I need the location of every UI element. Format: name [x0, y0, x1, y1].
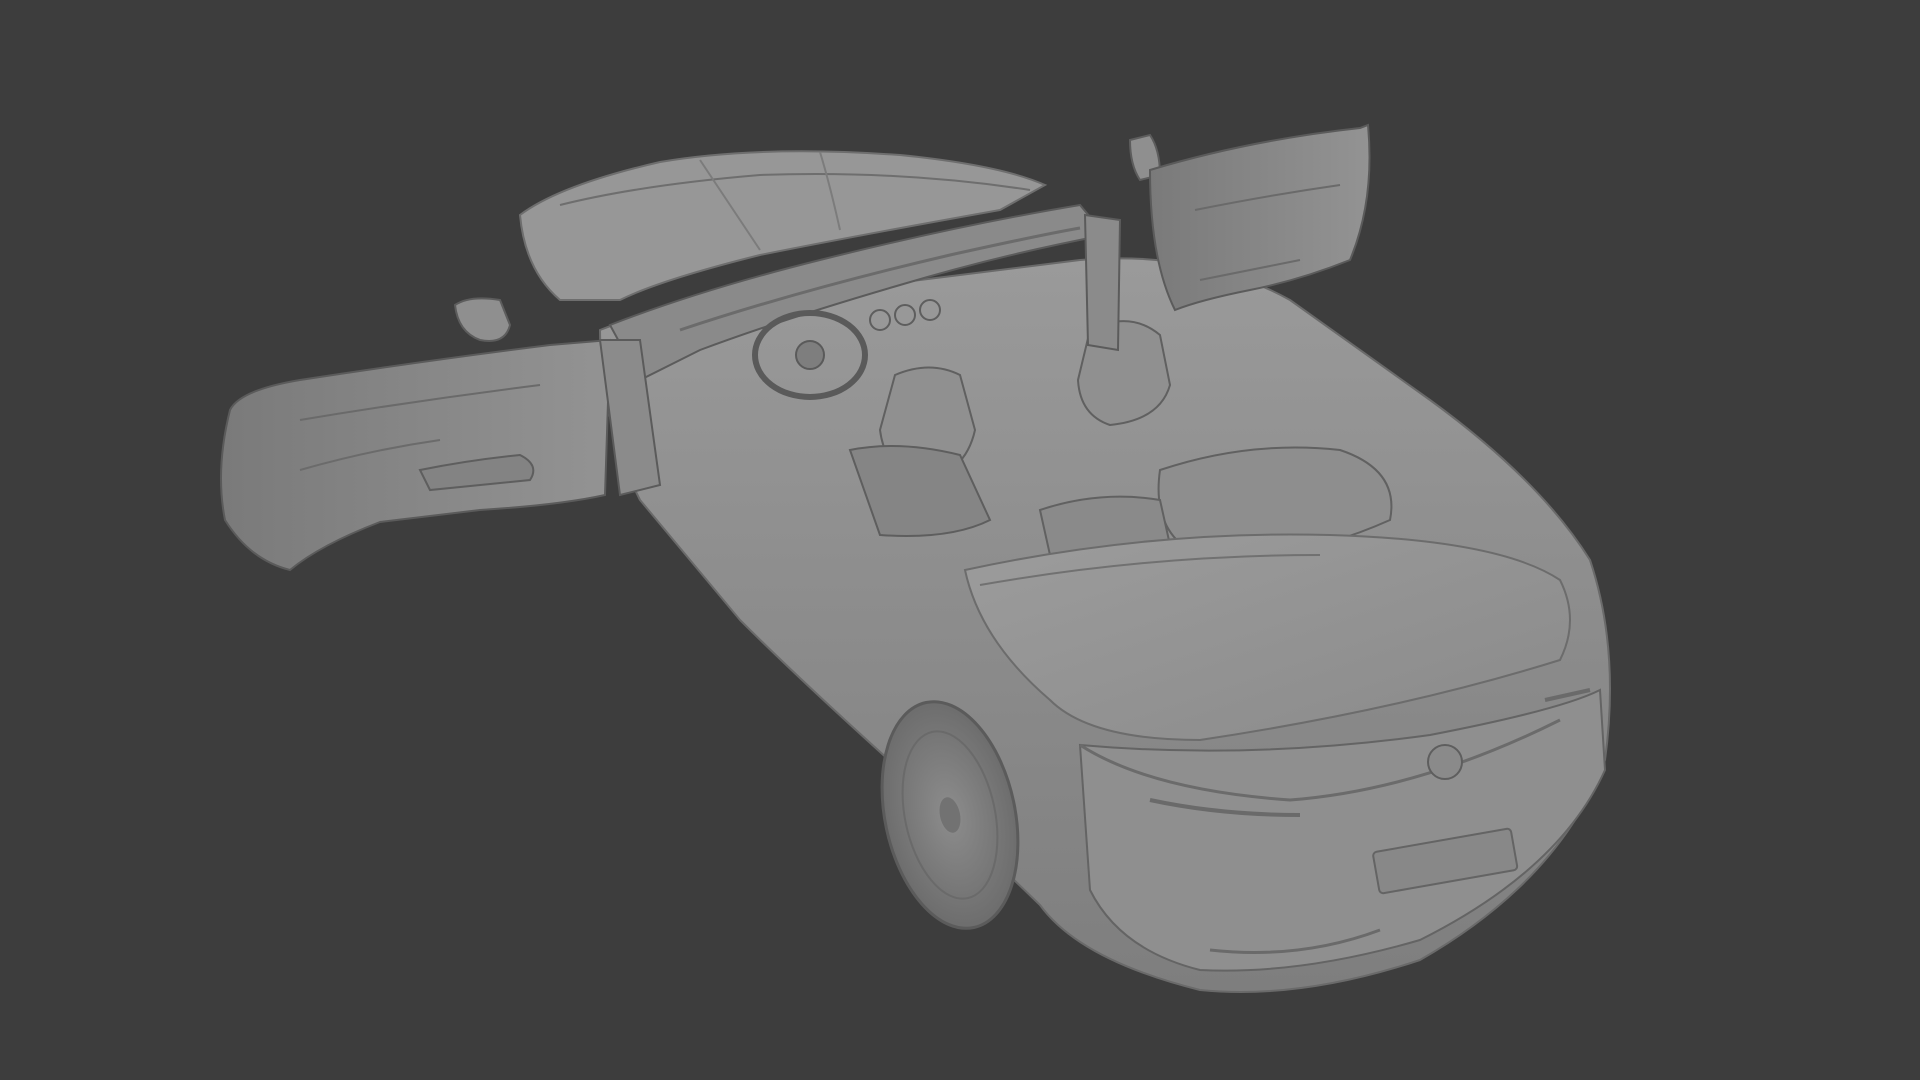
- left-door-open: [220, 338, 612, 572]
- car-model-render[interactable]: [0, 0, 1920, 1080]
- 3d-viewport[interactable]: [0, 0, 1920, 1080]
- badge-emblem: [1427, 744, 1463, 780]
- right-door-open: [1148, 123, 1371, 312]
- left-side-mirror: [453, 297, 512, 342]
